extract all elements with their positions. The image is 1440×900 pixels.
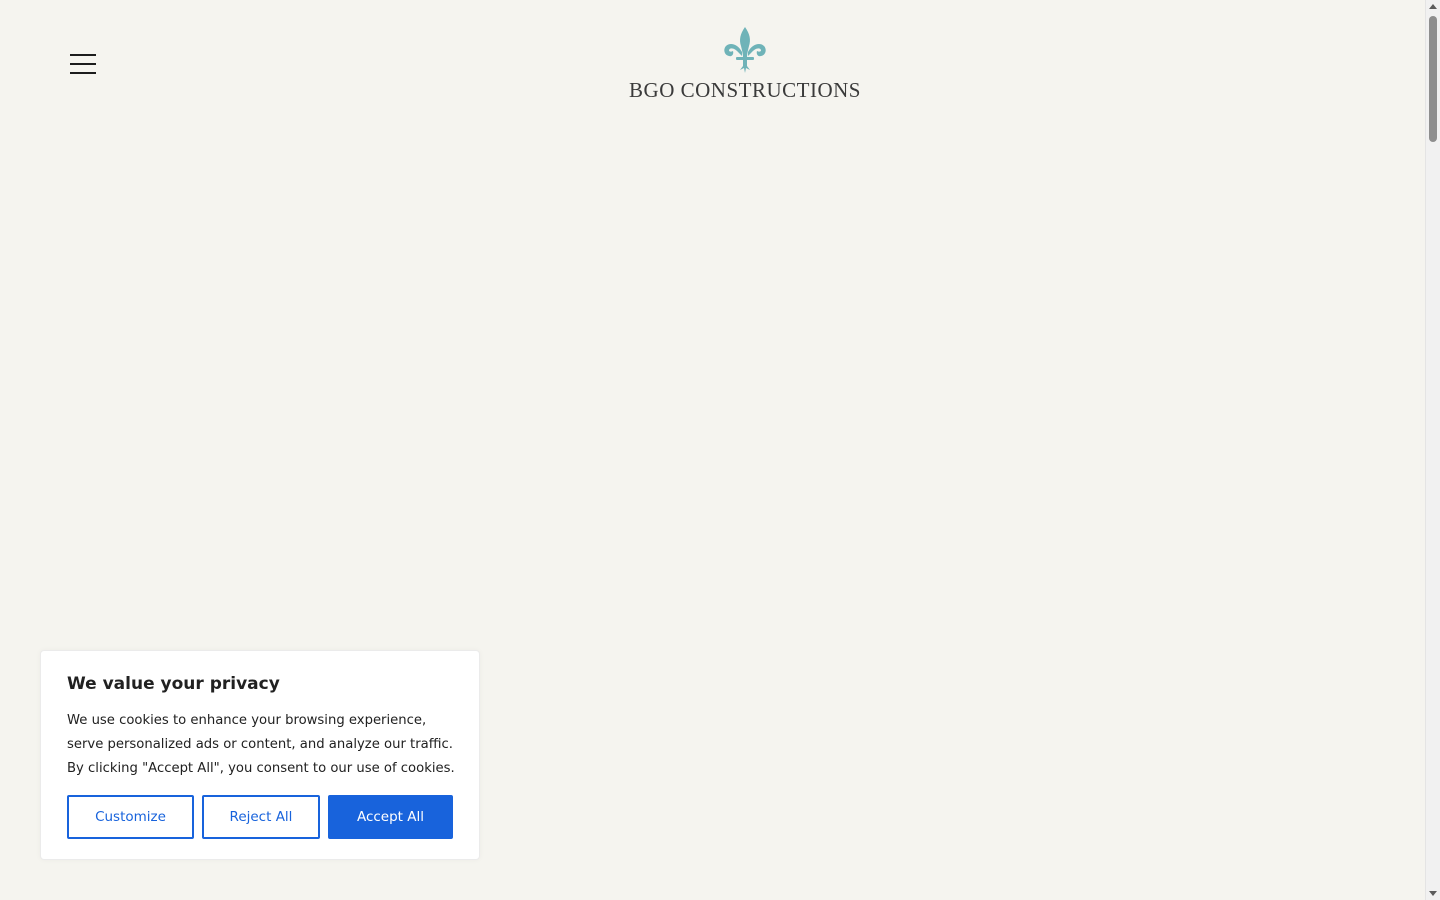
scrollbar-thumb[interactable] bbox=[1429, 16, 1437, 142]
vertical-scrollbar[interactable] bbox=[1425, 0, 1440, 900]
cookie-banner-title: We value your privacy bbox=[67, 674, 280, 694]
menu-line bbox=[70, 63, 96, 65]
menu-line bbox=[70, 72, 96, 74]
menu-line bbox=[70, 54, 96, 56]
customize-button[interactable]: Customize bbox=[67, 795, 194, 839]
scroll-up-arrow-icon[interactable] bbox=[1429, 4, 1437, 9]
cookie-banner-description: We use cookies to enhance your browsing … bbox=[67, 713, 455, 776]
hamburger-menu-icon[interactable] bbox=[70, 54, 96, 74]
fleur-de-lis-icon bbox=[724, 27, 766, 73]
accept-all-button[interactable]: Accept All bbox=[328, 795, 453, 839]
logo-text: BGO CONSTRUCTIONS bbox=[629, 78, 861, 102]
site-logo[interactable]: BGO CONSTRUCTIONS bbox=[620, 26, 870, 102]
reject-all-button[interactable]: Reject All bbox=[202, 795, 320, 839]
scroll-down-arrow-icon[interactable] bbox=[1429, 891, 1437, 896]
page: BGO CONSTRUCTIONS We value your privacy … bbox=[0, 0, 1440, 900]
cookie-consent-banner: We value your privacy We use cookies to … bbox=[40, 650, 480, 860]
